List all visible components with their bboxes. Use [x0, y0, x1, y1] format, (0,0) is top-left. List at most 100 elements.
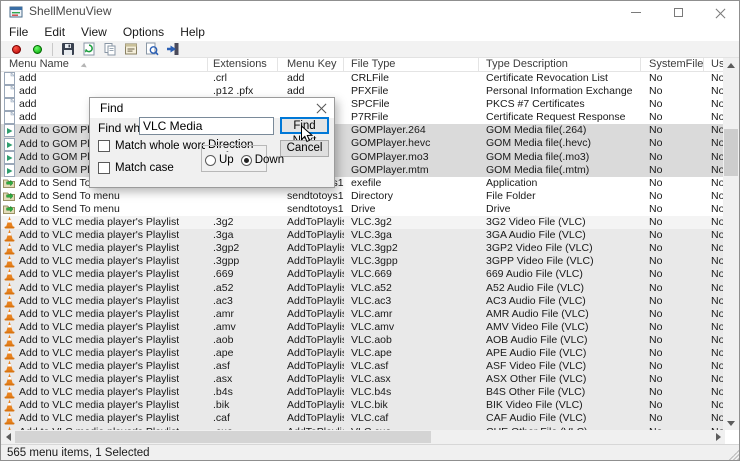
table-row[interactable]: Add to VLC media player's Playlist.amrAd… [1, 308, 725, 321]
table-row[interactable]: Add to Send To menusendtotoys1addDriveDr… [1, 203, 725, 216]
column-header-menu-name[interactable]: Menu Name [1, 58, 208, 72]
file-type-cell: VLC.b4s [344, 386, 479, 399]
scroll-down-button[interactable] [723, 416, 739, 430]
find-what-input[interactable] [139, 117, 274, 135]
menu-name-label: Add to VLC media player's Playlist [19, 321, 179, 334]
menu-item-file[interactable]: File [1, 23, 36, 41]
exit-button[interactable] [162, 41, 183, 57]
close-button[interactable] [699, 1, 740, 23]
column-header-type-description[interactable]: Type Description [479, 58, 641, 72]
column-header-user[interactable]: User [704, 58, 725, 72]
table-row[interactable]: Add to VLC media player's Playlist.669Ad… [1, 268, 725, 281]
table-row[interactable]: Add to VLC media player's Playlist.apeAd… [1, 347, 725, 360]
sys-cell: No [641, 282, 704, 295]
table-row[interactable]: Add to VLC media player's Playlist.asxAd… [1, 373, 725, 386]
file-type-cell: GOMPlayer.hevc [344, 137, 479, 150]
vertical-scrollbar-thumb[interactable] [724, 129, 738, 176]
menu-item-help[interactable]: Help [172, 23, 213, 41]
table-row[interactable]: Add to VLC media player's Playlist.3g2Ad… [1, 216, 725, 229]
table-row[interactable]: Add to VLC media player's Playlist.amvAd… [1, 321, 725, 334]
find-dialog: Find Find what: Find Next Cancel Match w… [89, 97, 335, 188]
minimize-button[interactable] [615, 1, 657, 23]
copy-button[interactable] [99, 41, 120, 57]
menu-item-edit[interactable]: Edit [36, 23, 73, 41]
checkbox-match-case[interactable]: Match case [98, 162, 174, 174]
refresh-icon [82, 42, 96, 56]
file-type-cell: PFXFile [344, 85, 479, 98]
menu-item-view[interactable]: View [73, 23, 115, 41]
properties-button[interactable] [120, 41, 141, 57]
table-row[interactable]: Add to VLC media player's Playlist.3gppA… [1, 255, 725, 268]
maximize-icon [674, 8, 683, 17]
key-cell: AddToPlaylistV... [278, 360, 344, 373]
table-row[interactable]: Add to VLC media player's Playlist.3gp2A… [1, 242, 725, 255]
type-desc-cell: 669 Audio File (VLC) [479, 268, 641, 281]
user-cell: No [704, 190, 725, 203]
user-cell: No [704, 399, 725, 412]
user-cell: No [704, 321, 725, 334]
horizontal-scrollbar-thumb[interactable] [15, 431, 431, 443]
file-type-cell: CRLFile [344, 72, 479, 85]
table-row[interactable]: Add to VLC media player's Playlist.bikAd… [1, 399, 725, 412]
title-bar[interactable]: ShellMenuView [1, 1, 740, 23]
radio-down[interactable]: Down [241, 154, 284, 166]
radio-up[interactable]: Up [205, 154, 234, 166]
table-row[interactable]: Add to VLC media player's Playlist.a52Ad… [1, 282, 725, 295]
direction-radios: Up Down [205, 154, 291, 166]
disable-item-button[interactable] [6, 41, 27, 57]
status-text: 565 menu items, 1 Selected [7, 447, 150, 459]
scroll-right-button[interactable] [711, 430, 725, 444]
horizontal-scrollbar[interactable] [1, 430, 725, 444]
enable-green-icon [33, 45, 42, 54]
menu-name-label: Add to VLC media player's Playlist [19, 268, 179, 281]
find-dialog-close-button[interactable] [316, 102, 328, 114]
type-desc-cell: APE Audio File (VLC) [479, 347, 641, 360]
menu-name-cell: Add to VLC media player's Playlist [1, 360, 208, 373]
file-type-cell: VLC.amr [344, 308, 479, 321]
menu-name-label: add [19, 72, 37, 85]
table-row[interactable]: Add to Send To menusendtotoys1addDirecto… [1, 190, 725, 203]
sys-cell: No [641, 321, 704, 334]
type-desc-cell: 3GP2 Video File (VLC) [479, 242, 641, 255]
column-header-label: Menu Key [287, 58, 337, 70]
type-desc-cell: GOM Media file(.hevc) [479, 137, 641, 150]
find-dialog-title-bar[interactable]: Find [90, 98, 334, 118]
table-row[interactable]: Add to VLC media player's Playlist.b4sAd… [1, 386, 725, 399]
table-row[interactable]: Add to VLC media player's Playlist.3gaAd… [1, 229, 725, 242]
type-desc-cell: 3GA Audio File (VLC) [479, 229, 641, 242]
menu-item-options[interactable]: Options [115, 23, 172, 41]
table-row[interactable]: Add to VLC media player's Playlist.ac3Ad… [1, 295, 725, 308]
key-cell: AddToPlaylistV... [278, 216, 344, 229]
vlc-icon [3, 268, 15, 281]
column-header-extensions[interactable]: Extensions [208, 58, 278, 72]
column-header-file-type[interactable]: File Type [344, 58, 479, 72]
table-row[interactable]: Add to VLC media player's Playlist.cafAd… [1, 412, 725, 425]
menu-name-cell: Add to VLC media player's Playlist [1, 399, 208, 412]
sys-cell: No [641, 203, 704, 216]
table-row[interactable]: add.crladdCRLFileCertificate Revocation … [1, 72, 725, 85]
table-row[interactable]: Add to VLC media player's Playlist.aobAd… [1, 334, 725, 347]
toolbar-separator [52, 43, 53, 56]
column-header-menu-key[interactable]: Menu Key [278, 58, 344, 72]
user-cell: No [704, 164, 725, 177]
sendto-icon [3, 177, 15, 190]
type-desc-cell: ASF Video File (VLC) [479, 360, 641, 373]
scroll-up-button[interactable] [723, 58, 739, 72]
type-desc-cell: GOM Media file(.mtm) [479, 164, 641, 177]
vertical-scrollbar[interactable] [723, 58, 739, 430]
maximize-button[interactable] [657, 1, 699, 23]
refresh-button[interactable] [78, 41, 99, 57]
table-row[interactable]: Add to VLC media player's Playlist.asfAd… [1, 360, 725, 373]
find-dialog-title: Find [100, 101, 123, 115]
user-cell: No [704, 137, 725, 150]
ext-cell: .3ga [208, 229, 278, 242]
scroll-left-button[interactable] [1, 430, 15, 444]
ext-cell: .3g2 [208, 216, 278, 229]
resize-grip-icon[interactable] [729, 450, 739, 460]
column-header-systemfileass-[interactable]: SystemFileAss... [641, 58, 704, 72]
user-cell: No [704, 268, 725, 281]
ext-cell: .crl [208, 72, 278, 85]
save-button[interactable] [57, 41, 78, 57]
find-button[interactable] [141, 41, 162, 57]
enable-item-button[interactable] [27, 41, 48, 57]
